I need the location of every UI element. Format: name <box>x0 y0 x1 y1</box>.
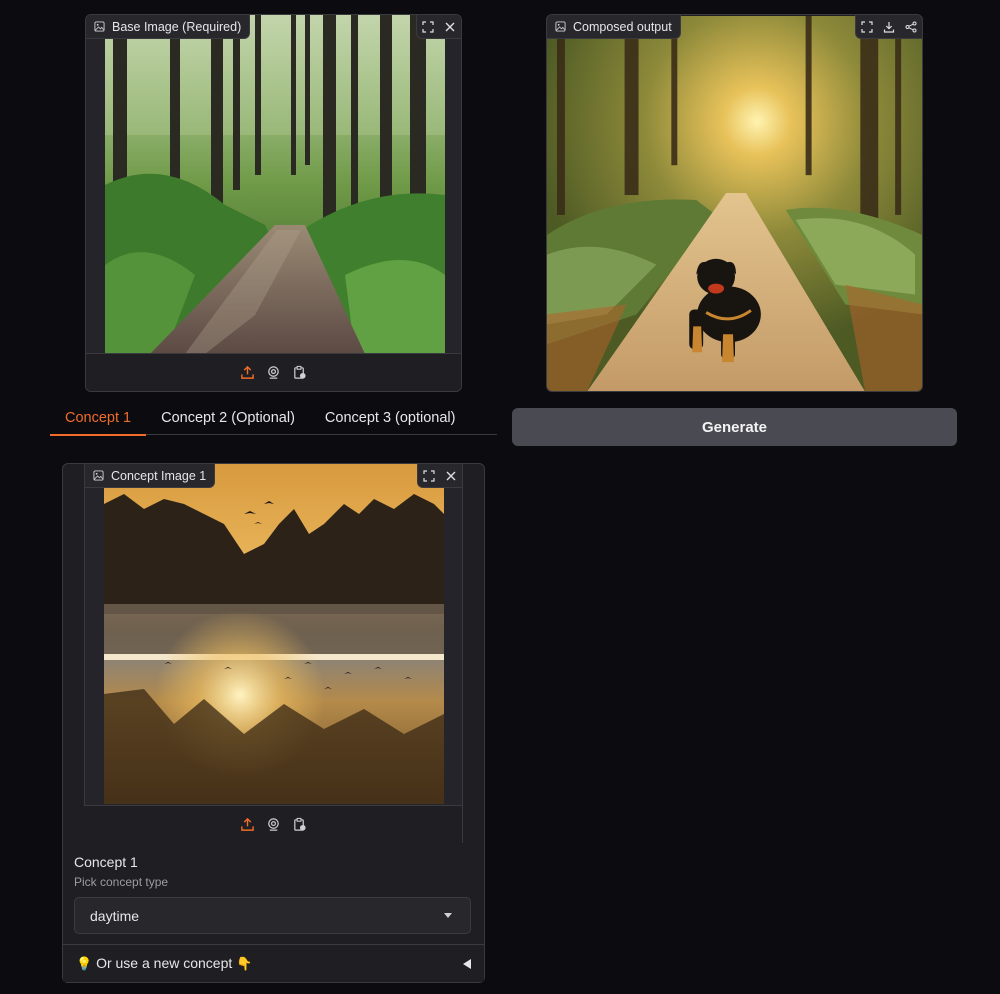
tab-concept-3[interactable]: Concept 3 (optional) <box>310 401 471 435</box>
tab-concept-2[interactable]: Concept 2 (Optional) <box>146 401 310 435</box>
concept-image-tools <box>417 464 462 488</box>
concept-title: Concept 1 <box>74 854 138 870</box>
base-image-area <box>86 15 461 354</box>
image-icon <box>93 470 104 481</box>
upload-icon[interactable] <box>239 364 256 381</box>
concept-image-source-bar <box>84 805 462 843</box>
base-image[interactable] <box>104 15 445 354</box>
base-image-tools <box>416 15 461 39</box>
close-icon[interactable] <box>439 15 461 38</box>
accordion-label-group: 💡 Or use a new concept 👇 <box>76 955 252 972</box>
concept-type-dropdown[interactable]: daytime <box>74 897 471 934</box>
concept-image-label: Concept Image 1 <box>85 464 216 488</box>
concept-form: Concept 1 Pick concept type daytime <box>63 843 484 943</box>
webcam-icon[interactable] <box>265 816 282 833</box>
output-panel: Composed output <box>546 14 923 392</box>
fullscreen-icon[interactable] <box>418 464 440 487</box>
output-image-area <box>547 15 922 392</box>
chevron-down-icon <box>444 913 452 918</box>
concept-image-label-text: Concept Image 1 <box>111 468 207 483</box>
base-image-label-text: Base Image (Required) <box>112 19 242 34</box>
new-concept-accordion[interactable]: 💡 Or use a new concept 👇 <box>63 944 484 982</box>
image-icon <box>555 21 566 32</box>
concept-subtitle: Pick concept type <box>74 875 169 889</box>
concept-type-value: daytime <box>90 907 140 924</box>
accordion-label: Or use a new concept <box>96 955 233 971</box>
webcam-icon[interactable] <box>265 364 282 381</box>
output-image[interactable] <box>547 15 922 392</box>
concept-image[interactable] <box>104 464 444 804</box>
base-image-panel: Base Image (Required) <box>85 14 462 392</box>
base-image-label: Base Image (Required) <box>86 15 251 39</box>
generate-button[interactable]: Generate <box>512 408 957 446</box>
output-label-text: Composed output <box>573 19 672 34</box>
concept-tabs: Concept 1 Concept 2 (Optional) Concept 3… <box>50 401 497 436</box>
upload-icon[interactable] <box>239 816 256 833</box>
tab-concept-1[interactable]: Concept 1 <box>50 401 147 436</box>
base-image-source-bar <box>86 353 461 391</box>
fullscreen-icon[interactable] <box>417 15 439 38</box>
close-icon[interactable] <box>440 464 462 487</box>
collapse-arrow-icon <box>463 958 471 969</box>
output-label: Composed output <box>547 15 681 39</box>
fullscreen-icon[interactable] <box>856 15 878 38</box>
clipboard-icon[interactable] <box>291 364 308 381</box>
share-icon[interactable] <box>900 15 922 38</box>
concept-image-frame <box>84 464 463 843</box>
image-icon <box>94 21 105 32</box>
pointing-down-icon: 👇 <box>236 957 253 972</box>
output-tools <box>855 15 922 39</box>
download-icon[interactable] <box>878 15 900 38</box>
clipboard-icon[interactable] <box>291 816 308 833</box>
lightbulb-icon: 💡 <box>76 957 93 972</box>
